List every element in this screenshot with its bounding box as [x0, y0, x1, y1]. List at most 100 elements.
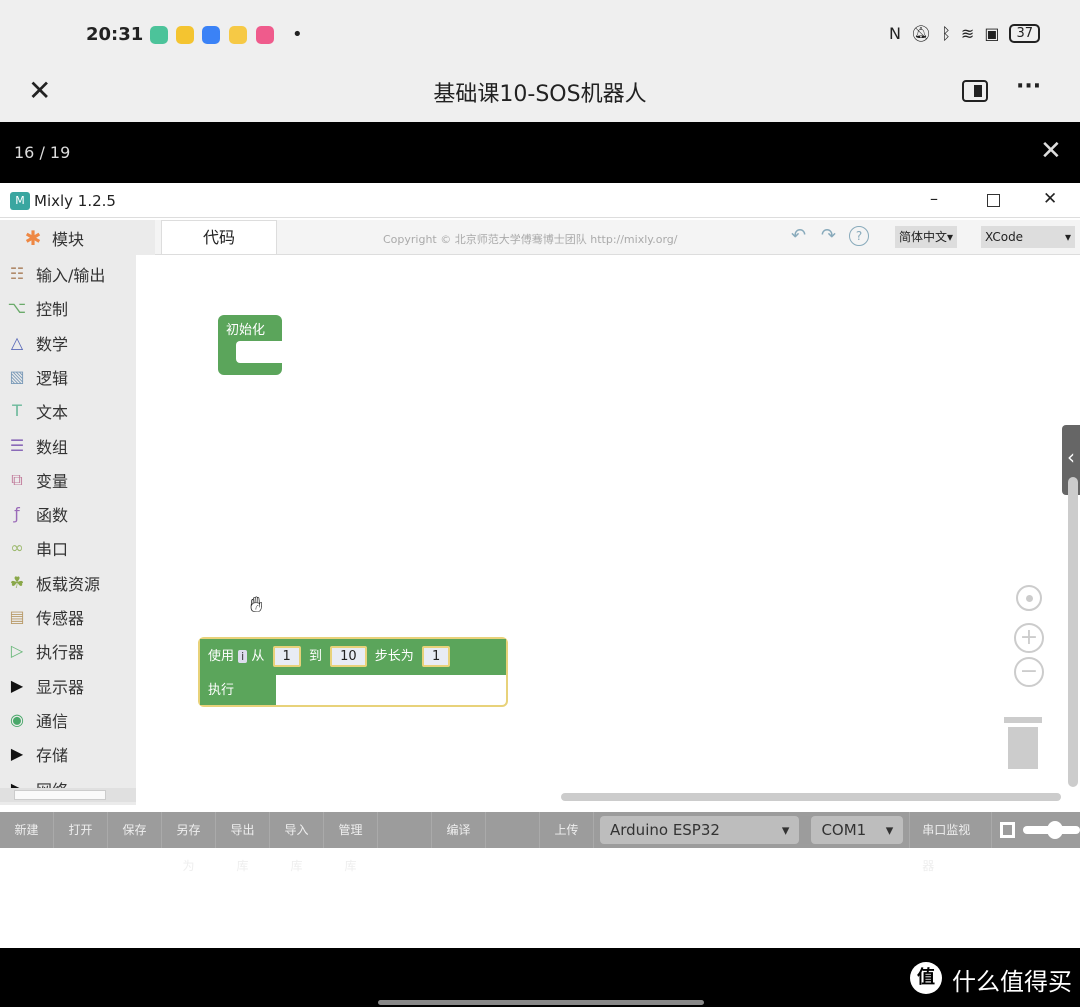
window-titlebar: M Mixly 1.2.5 – ✕ [0, 183, 1080, 218]
for-loop-block[interactable]: 使用 i 从 1 到 10 步长为 1 执行 [198, 637, 508, 707]
app-notification-icon [150, 26, 168, 44]
page-title: 基础课10-SOS机器人 [433, 82, 647, 107]
chevron-down-icon: ▾ [1064, 230, 1071, 244]
sidebar-item-label: 执行器 [36, 643, 85, 663]
toolbar-button[interactable]: 上传 [540, 812, 594, 848]
theme-select[interactable]: XCode ▾ [981, 226, 1075, 248]
undo-icon[interactable]: ↶ [791, 225, 806, 246]
block-category-sidebar: ✱ 模块 ☷ 输入/输出 ⌥ 控制 △ 数学 ▧ 逻辑 T 文本 ☰ 数组 ⧉ 变量 ƒ 函数 ∞ 串口 ☘ 板载资源… [0, 220, 155, 805]
language-select[interactable]: 简体中文▾ [895, 226, 958, 248]
to-value-input[interactable]: 10 [330, 646, 367, 667]
toolbar-button[interactable]: 编译 [432, 812, 486, 848]
category-icon: △ [10, 332, 24, 352]
tab-code[interactable]: 代码 [161, 220, 277, 255]
workspace-hscrollbar[interactable] [561, 793, 1061, 801]
category-icon: ☰ [9, 435, 25, 455]
sidebar-item[interactable]: ƒ 函数 [6, 502, 68, 526]
window-mode-icon[interactable] [962, 80, 988, 102]
sidebar-item[interactable]: T 文本 [6, 399, 68, 423]
variable-field[interactable]: i [238, 650, 248, 663]
watermark-logo: 值 [910, 962, 942, 994]
zoom-in-icon[interactable]: + [1014, 623, 1044, 653]
sidebar-item[interactable]: ▧ 逻辑 [6, 365, 68, 389]
category-icon: ◉ [10, 709, 24, 729]
sidebar-item[interactable]: ▷ 执行器 [6, 639, 84, 663]
puzzle-icon: ✱ [24, 226, 42, 250]
blockly-workspace[interactable]: 初始化 ✋︎ 使用 i 从 1 到 10 步长为 1 执行 ‹ + − [136, 255, 1080, 805]
category-icon: ☷ [9, 264, 25, 283]
zoom-out-icon[interactable]: − [1014, 657, 1044, 687]
sidebar-item-label: 函数 [36, 506, 69, 526]
window-title: Mixly 1.2.5 [34, 192, 116, 210]
toolbar-button [486, 812, 540, 848]
toolbar-button[interactable]: 管理库 [324, 812, 378, 873]
sidebar-item[interactable]: ∞ 串口 [6, 536, 68, 560]
sidebar-item-label: 存储 [36, 746, 69, 766]
sidebar-item[interactable]: ☘ 板载资源 [6, 571, 100, 595]
port-select[interactable]: COM1 ▾ [811, 816, 904, 844]
battery-icon: 37 [1009, 24, 1040, 43]
app-notification-icon [202, 26, 220, 44]
category-icon: ▶ [10, 744, 24, 764]
toolbar-button[interactable]: 保存 [108, 812, 162, 848]
serial-monitor-button[interactable]: 串口监视器 [909, 812, 992, 873]
image-viewer-bar: 16 / 19 ✕ [0, 122, 1080, 183]
sidebar-item-label: 显示器 [36, 677, 85, 697]
app-notification-icon [229, 26, 247, 44]
sidebar-hscrollbar[interactable] [0, 788, 136, 802]
sidebar-item[interactable]: ⧉ 变量 [6, 468, 68, 492]
bluetooth-icon: ᛒ [941, 24, 951, 43]
sidebar-item[interactable]: ▶ 存储 [6, 742, 68, 766]
wifi-icon: ≋ [960, 24, 975, 43]
nav-bar: ✕ 基础课10-SOS机器人 ··· [0, 62, 1080, 122]
help-icon[interactable]: ? [849, 226, 869, 246]
category-icon: T [12, 401, 22, 421]
app-notification-icon [256, 26, 274, 44]
category-icon: ∞ [10, 538, 24, 558]
app-notification-icon [176, 26, 194, 44]
phone-status-bar: 20:31 • N 🔕︎ ᛒ ≋ ▣ 37 [0, 0, 1080, 62]
toolbar-button[interactable]: 新建 [0, 812, 54, 848]
setup-block[interactable]: 初始化 [218, 315, 282, 375]
trash-icon[interactable] [1004, 717, 1042, 769]
sidebar-item-label: 串口 [36, 540, 69, 560]
toolbar-button[interactable]: 打开 [54, 812, 108, 848]
sidebar-item-label: 板载资源 [36, 574, 101, 594]
chevron-down-icon: ▾ [885, 821, 894, 839]
board-select[interactable]: Arduino ESP32 ▾ [600, 816, 800, 844]
workspace-vscrollbar[interactable] [1068, 477, 1078, 787]
more-icon[interactable]: ··· [1016, 74, 1041, 99]
sidebar-item[interactable]: ▶ 显示器 [6, 674, 84, 698]
sidebar-item[interactable]: ▤ 传感器 [6, 605, 84, 629]
sidebar-item[interactable]: △ 数学 [6, 331, 68, 355]
sidebar-item-label: 输入/输出 [36, 266, 106, 285]
category-icon: ▷ [10, 641, 24, 661]
sidebar-item-label: 传感器 [36, 609, 85, 628]
sidebar-item[interactable]: ☰ 数组 [6, 434, 68, 458]
toolbar-button[interactable]: 另存为 [162, 812, 216, 873]
sidebar-item[interactable]: ◉ 通信 [6, 708, 68, 732]
sidebar-item-label: 数学 [36, 334, 69, 354]
toolbar-button[interactable]: 导入库 [270, 812, 324, 873]
recenter-icon[interactable] [1016, 585, 1042, 611]
copyright-text: Copyright © 北京师范大学傅骞博士团队 http://mixly.or… [383, 233, 678, 246]
category-icon: ▶ [10, 675, 24, 695]
category-icon: ⧉ [11, 469, 23, 489]
sidebar-item[interactable]: ⌥ 控制 [6, 296, 68, 320]
chip-icon [999, 822, 1016, 838]
sidebar-item-label: 数组 [36, 437, 69, 457]
toolbar-button[interactable]: 导出库 [216, 812, 270, 873]
close-icon[interactable]: ✕ [1040, 136, 1062, 166]
step-value-input[interactable]: 1 [421, 646, 451, 667]
close-window-button[interactable]: ✕ [1043, 189, 1057, 209]
redo-icon[interactable]: ↷ [821, 225, 836, 246]
home-indicator[interactable] [378, 1000, 704, 1005]
slider[interactable] [1023, 821, 1080, 839]
minimize-button[interactable]: – [930, 189, 938, 208]
maximize-button[interactable] [987, 194, 1000, 207]
sim-icon: ▣ [984, 24, 1000, 43]
from-value-input[interactable]: 1 [272, 646, 301, 667]
dot-icon: • [292, 24, 303, 45]
sidebar-item-label: 变量 [36, 471, 69, 491]
sidebar-item[interactable]: ☷ 输入/输出 [6, 262, 106, 286]
